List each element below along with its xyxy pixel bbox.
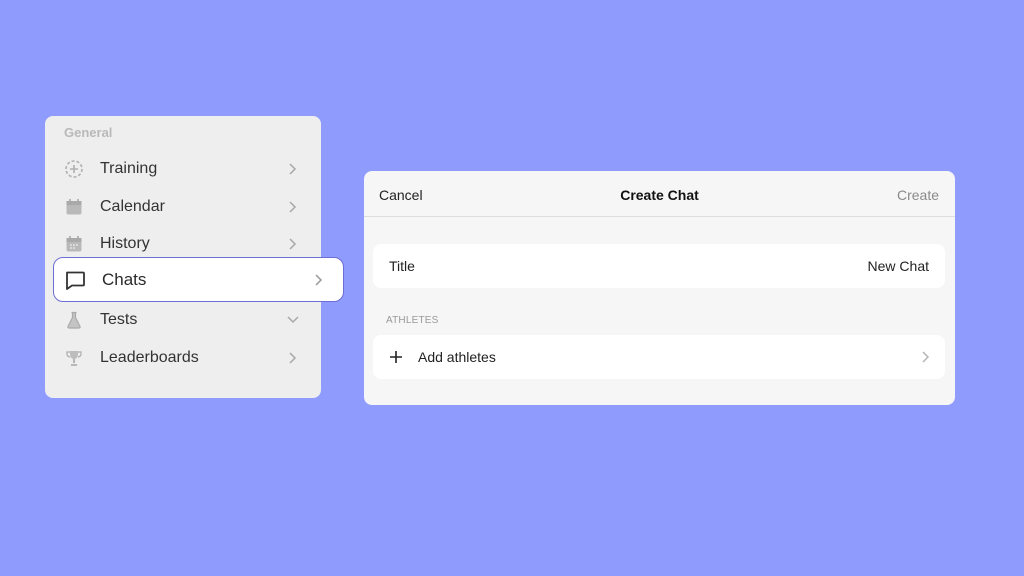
title-field-value[interactable]: New Chat bbox=[868, 258, 929, 274]
create-button[interactable]: Create bbox=[897, 187, 939, 203]
chevron-right-icon bbox=[311, 272, 327, 288]
sidebar-item-leaderboards[interactable]: Leaderboards bbox=[64, 343, 301, 373]
chevron-right-icon bbox=[919, 350, 933, 364]
chevron-right-icon bbox=[285, 350, 301, 366]
sidebar-item-label: Leaderboards bbox=[100, 349, 199, 366]
sidebar-item-training[interactable]: Training bbox=[64, 154, 301, 184]
chat-bubble-icon bbox=[64, 269, 86, 291]
trophy-icon bbox=[64, 348, 84, 368]
sidebar-item-chats[interactable]: Chats bbox=[53, 257, 344, 302]
training-icon bbox=[64, 159, 84, 179]
athletes-section-caption: ATHLETES bbox=[386, 315, 439, 326]
history-calendar-icon bbox=[64, 234, 84, 254]
chevron-right-icon bbox=[285, 161, 301, 177]
add-athletes-label: Add athletes bbox=[418, 349, 496, 365]
sidebar-item-tests[interactable]: Tests bbox=[64, 305, 301, 335]
flask-icon bbox=[64, 310, 84, 330]
title-field[interactable]: Title New Chat bbox=[373, 244, 945, 288]
sidebar-item-label: Training bbox=[100, 160, 158, 177]
plus-icon bbox=[389, 350, 403, 364]
add-athletes-button[interactable]: Add athletes bbox=[373, 335, 945, 379]
create-chat-dialog: Cancel Create Chat Create Title New Chat… bbox=[364, 171, 955, 405]
chevron-down-icon bbox=[285, 312, 301, 328]
chevron-right-icon bbox=[285, 236, 301, 252]
sidebar-item-calendar[interactable]: Calendar bbox=[64, 192, 301, 222]
chevron-right-icon bbox=[285, 199, 301, 215]
sidebar-item-label: Chats bbox=[102, 269, 147, 289]
sidebar-item-label: Calendar bbox=[100, 198, 165, 215]
sidebar-item-label: Tests bbox=[100, 311, 138, 328]
dialog-title: Create Chat bbox=[620, 187, 699, 203]
sidebar-item-label: History bbox=[100, 235, 150, 252]
calendar-icon bbox=[64, 197, 84, 217]
section-title: General bbox=[64, 125, 113, 140]
dialog-header: Cancel Create Chat Create bbox=[364, 171, 955, 217]
title-field-label: Title bbox=[389, 258, 415, 274]
sidebar-item-history[interactable]: History bbox=[64, 229, 301, 259]
